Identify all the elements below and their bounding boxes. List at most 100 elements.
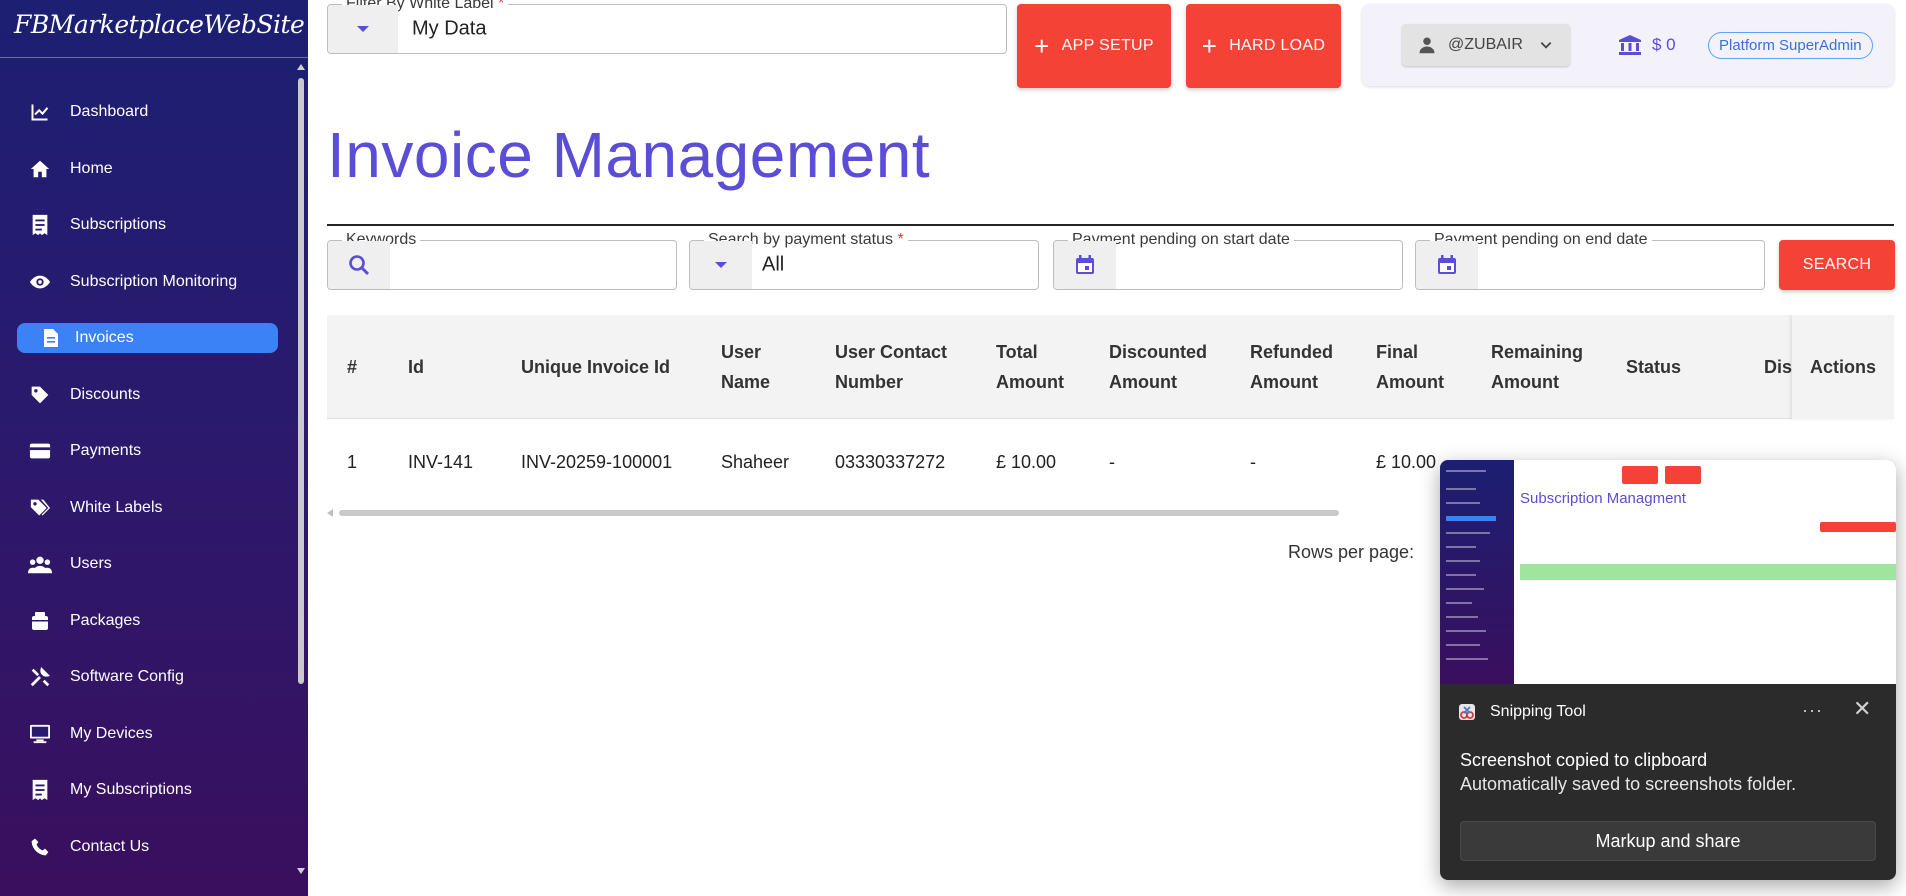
sidebar-item-label: Discounts — [70, 385, 141, 403]
white-label-filter-value: My Data — [412, 17, 487, 40]
active-nav-highlight[interactable]: Invoices — [17, 323, 278, 354]
document-icon — [41, 326, 61, 350]
payment-status-select[interactable]: Search by payment status * All — [689, 231, 1039, 290]
sidebar-item-discounts[interactable]: Discounts — [0, 367, 296, 424]
page-title: Invoice Management — [327, 119, 931, 191]
snipping-tool-icon — [1459, 704, 1475, 720]
markup-and-share-button[interactable]: Markup and share — [1460, 821, 1876, 861]
screenshot-thumbnail[interactable]: Subscription Managment — [1440, 460, 1896, 684]
brand-logo: FBMarketplaceWebSite — [0, 0, 308, 58]
chevron-down-icon — [1540, 42, 1552, 49]
sidebar-item-contact-us[interactable]: Contact Us — [0, 819, 296, 876]
sidebar-item-software-config[interactable]: Software Config — [0, 649, 296, 706]
tag-icon — [28, 383, 52, 407]
hard-load-button[interactable]: + HARD LOAD — [1186, 4, 1341, 88]
column-header[interactable]: Actions — [1792, 315, 1894, 419]
start-date-field[interactable]: Payment pending on start date — [1053, 231, 1403, 290]
home-icon — [28, 157, 52, 181]
calendar-icon[interactable] — [1416, 241, 1478, 289]
receipt-icon — [28, 213, 52, 237]
sidebar-item-label: Dashboard — [70, 103, 149, 121]
sidebar: FBMarketplaceWebSite Dashboard Home Subscr… — [0, 0, 308, 896]
sidebar-item-payments[interactable]: Payments — [0, 423, 296, 480]
sidebar-item-label: Software Config — [70, 668, 184, 686]
snipping-tool-notification[interactable]: Subscription Managment Snipping Tool ···… — [1440, 460, 1896, 880]
table-horizontal-scrollbar[interactable] — [327, 508, 1347, 517]
column-header[interactable]: Id — [408, 315, 424, 419]
column-header[interactable]: # — [347, 315, 357, 419]
sidebar-item-my-subscriptions[interactable]: My Subscriptions — [0, 762, 296, 819]
chart-line-icon — [28, 100, 52, 124]
role-badge: Platform SuperAdmin — [1708, 32, 1873, 59]
scroll-down-arrow[interactable] — [297, 868, 305, 874]
sidebar-item-packages[interactable]: Packages — [0, 593, 296, 650]
sidebar-item-subscription-monitoring[interactable]: Subscription Monitoring — [0, 254, 296, 311]
column-header[interactable]: User Contact Number — [835, 315, 955, 419]
tags-icon — [28, 496, 52, 520]
table-cell: - — [1109, 451, 1115, 472]
sidebar-item-label: Subscription Monitoring — [70, 272, 238, 290]
package-icon — [28, 609, 52, 633]
column-header[interactable]: Total Amount — [996, 315, 1076, 419]
plus-icon: + — [1201, 31, 1218, 61]
scroll-thumb[interactable] — [339, 510, 1339, 516]
column-header[interactable]: Remaining Amount — [1491, 315, 1591, 419]
chevron-down-icon[interactable] — [690, 241, 752, 289]
sidebar-item-home[interactable]: Home — [0, 141, 296, 198]
table-cell: INV-141 — [408, 451, 474, 472]
chevron-down-icon[interactable] — [328, 5, 398, 53]
sidebar-item-label: My Subscriptions — [70, 781, 192, 799]
rows-per-page-label: Rows per page: — [1288, 542, 1415, 562]
sidebar-item-label: My Devices — [70, 724, 153, 742]
more-options-icon[interactable]: ··· — [1802, 700, 1823, 721]
app-setup-button[interactable]: + APP SETUP — [1017, 4, 1171, 88]
user-menu-button[interactable]: @ZUBAIR — [1402, 24, 1570, 66]
table-cell: £ 10.00 — [1376, 451, 1437, 472]
end-date-field[interactable]: Payment pending on end date — [1415, 231, 1765, 290]
toast-message: Screenshot copied to clipboard — [1460, 750, 1708, 770]
white-label-filter[interactable]: Filter By White Label * My Data — [327, 0, 1007, 54]
sidebar-item-invoices[interactable]: Invoices — [0, 310, 296, 367]
plus-icon: + — [1034, 31, 1050, 61]
column-header[interactable]: Final Amount — [1376, 315, 1456, 419]
sidebar-item-label: Packages — [70, 611, 141, 629]
sidebar-item-users[interactable]: Users — [0, 536, 296, 593]
sidebar-item-label: Invoices — [75, 329, 134, 347]
receipt-icon — [28, 778, 52, 802]
scroll-thumb[interactable] — [298, 78, 304, 684]
sidebar-item-my-devices[interactable]: My Devices — [0, 706, 296, 763]
scroll-left-arrow[interactable] — [327, 509, 333, 517]
column-header[interactable]: Discounted Amount — [1109, 315, 1219, 419]
sidebar-item-subscriptions[interactable]: Subscriptions — [0, 197, 296, 254]
sidebar-item-dashboard[interactable]: Dashboard — [0, 84, 296, 141]
bank-icon — [1619, 35, 1641, 55]
tools-icon — [28, 665, 52, 689]
calendar-icon[interactable] — [1054, 241, 1116, 289]
sidebar-item-white-labels[interactable]: White Labels — [0, 480, 296, 537]
search-button[interactable]: SEARCH — [1779, 240, 1895, 290]
sidebar-scrollbar[interactable] — [297, 60, 305, 880]
table-cell: INV-20259-100001 — [521, 451, 673, 472]
toast-sub-message: Automatically saved to screenshots folde… — [1460, 774, 1797, 794]
sidebar-nav: Dashboard Home Subscriptions Subscription M… — [0, 84, 296, 875]
column-header[interactable]: User Name — [721, 315, 791, 419]
column-header[interactable]: Unique Invoice Id — [521, 315, 670, 419]
toast-app-name: Snipping Tool — [1490, 703, 1586, 720]
table-cell: - — [1250, 451, 1256, 472]
table-cell: 1 — [347, 451, 358, 472]
column-header[interactable]: Status — [1626, 315, 1681, 419]
close-icon[interactable]: ✕ — [1853, 696, 1871, 722]
person-icon — [1419, 37, 1435, 54]
scroll-up-arrow[interactable] — [297, 64, 305, 70]
user-toolbar: @ZUBAIR $ 0 Platform SuperAdmin — [1362, 4, 1894, 86]
column-header[interactable]: Refunded Amount — [1250, 315, 1340, 419]
credit-card-icon — [28, 439, 52, 463]
payment-status-value: All — [762, 253, 785, 276]
toast-header: Snipping Tool — [1458, 703, 1586, 721]
monitor-icon — [28, 722, 52, 746]
search-icon — [328, 241, 390, 289]
sidebar-item-label: Contact Us — [70, 837, 150, 855]
table-cell: £ 10.00 — [996, 451, 1057, 472]
keywords-field[interactable]: Keywords — [327, 231, 677, 290]
thumbnail-title: Subscription Managment — [1520, 490, 1686, 507]
